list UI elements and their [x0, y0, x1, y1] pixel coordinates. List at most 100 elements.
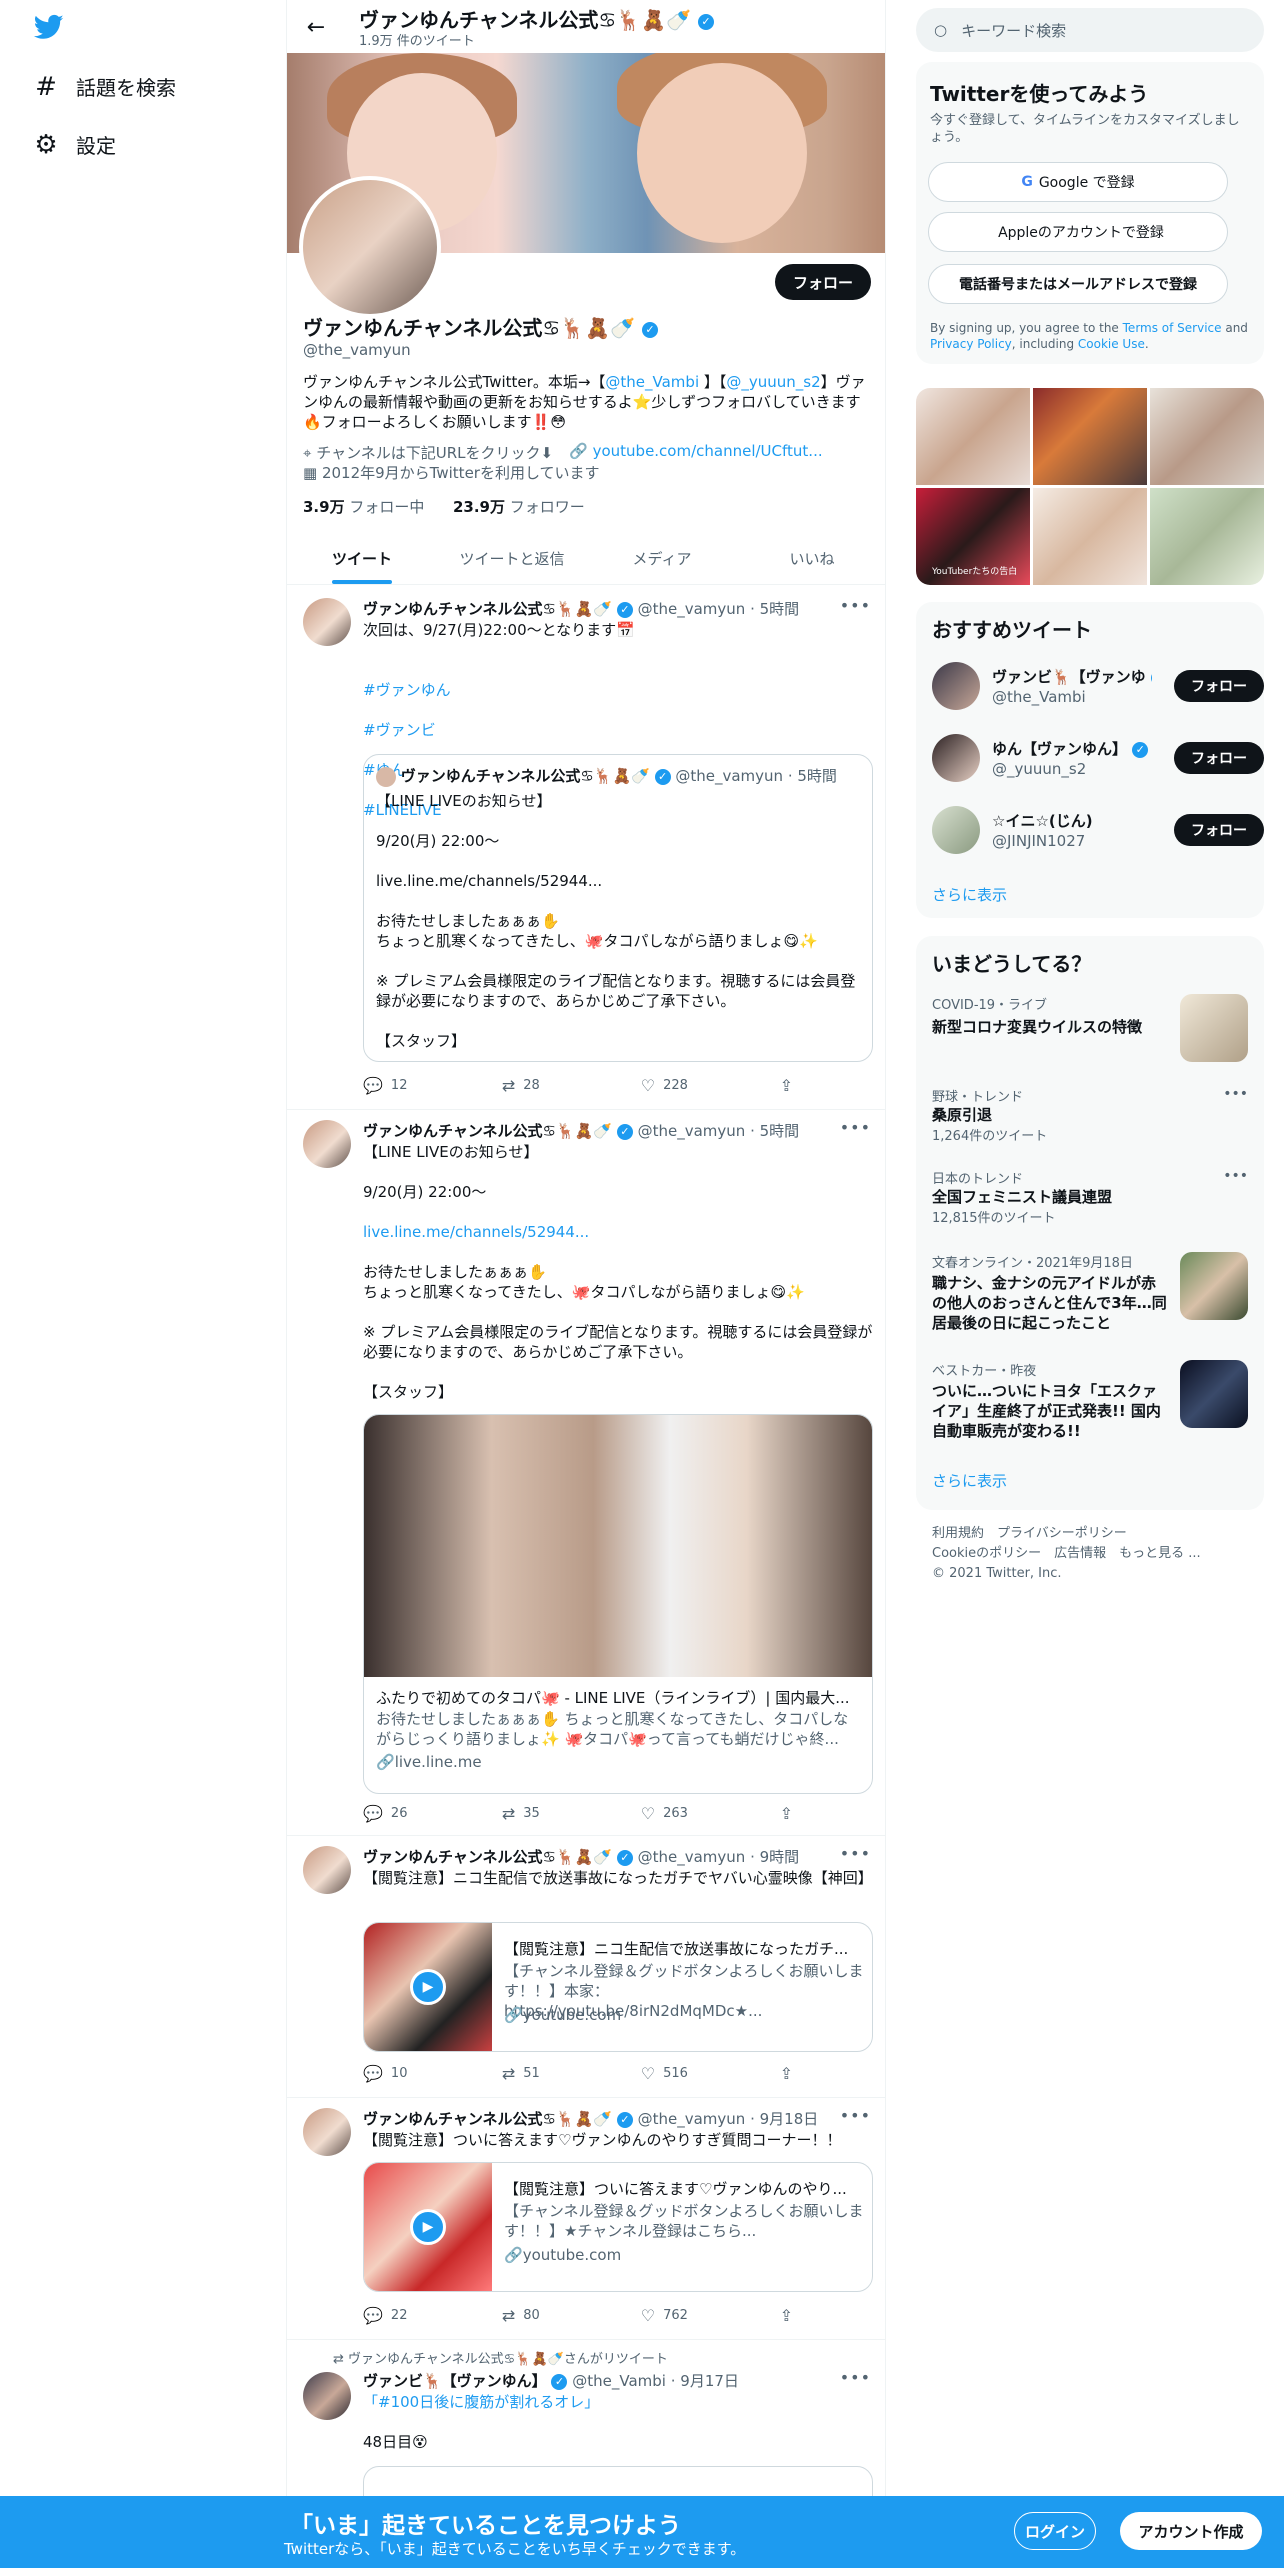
footer-line[interactable]: 利用規約 プライバシーポリシー	[932, 1524, 1252, 1544]
login-button[interactable]: ログイン	[1014, 2512, 1096, 2550]
video-card-domain: 🔗youtube.com	[504, 2246, 622, 2264]
tweet[interactable]: ヴァンゆんチャンネル公式♋🦌🧸🍼 ✓ @the_vamyun · 9時間 •••…	[287, 1836, 885, 2098]
tweet-avatar[interactable]	[303, 2108, 351, 2156]
trend-image	[1180, 994, 1248, 1062]
tweet-avatar[interactable]	[303, 1846, 351, 1894]
tweet-hashtag-text[interactable]: 「#100日後に腹筋が割れるオレ」	[363, 2392, 873, 2412]
grid-photo[interactable]	[1150, 488, 1264, 585]
nav-explore[interactable]: # 話題を検索	[32, 72, 176, 102]
trend-item[interactable]: 野球・トレンド 桑原引退 1,264件のツイート •••	[932, 1086, 1248, 1146]
tweet-actions: 💬 22 ⇄ 80 ♡ 762 ⇪	[363, 2306, 793, 2325]
recommended-show-more[interactable]: さらに表示	[932, 884, 1007, 905]
more-options-icon[interactable]: •••	[840, 596, 871, 615]
more-options-icon[interactable]: •••	[1223, 1086, 1248, 1102]
bio-mention-vambi[interactable]: @the_Vambi	[605, 373, 699, 391]
trend-item[interactable]: COVID-19・ライブ 新型コロナ変異ウイルスの特徴	[932, 994, 1248, 1064]
search-input[interactable]: ○ キーワード検索	[916, 8, 1264, 52]
trend-image	[1180, 1252, 1248, 1320]
reply-button[interactable]: 💬 26	[363, 1804, 473, 1823]
play-icon[interactable]: ▶	[410, 2209, 446, 2245]
back-arrow-icon[interactable]: ←	[301, 12, 331, 42]
more-options-icon[interactable]: •••	[840, 2368, 871, 2387]
like-button[interactable]: ♡ 263	[641, 1804, 751, 1823]
apple-signup-button[interactable]: Appleのアカウントで登録	[928, 212, 1228, 252]
verified-badge-icon: ✓	[551, 2373, 568, 2390]
cookie-link[interactable]: Cookie Use	[1078, 337, 1145, 351]
share-button[interactable]: ⇪	[780, 2306, 793, 2325]
quoted-tweet[interactable]: ヴァンゆんチャンネル公式♋🦌🧸🍼 ✓ @the_vamyun · 5時間 【LI…	[363, 754, 873, 1062]
more-options-icon[interactable]: •••	[840, 1118, 871, 1137]
video-card[interactable]: ▶ 【閲覧注意】ニコ生配信で放送事故になったガチ... 【チャンネル登録＆グッド…	[363, 1922, 873, 2052]
video-card[interactable]: ▶ 【閲覧注意】ついに答えます♡ヴァンゆんのやり... 【チャンネル登録＆グッド…	[363, 2162, 873, 2292]
verified-badge-icon: ✓	[698, 13, 715, 30]
retweet-button[interactable]: ⇄ 28	[502, 1076, 612, 1095]
bio-mention-yuuun[interactable]: @_yuuun_s2	[726, 373, 820, 391]
link-card[interactable]: ふたりで初めてのタコパ🐙 - LINE LIVE（ラインライブ）| 国内最大..…	[363, 1414, 873, 1794]
tab-tweets-replies[interactable]: ツイートと返信	[437, 532, 587, 584]
tweet[interactable]: ヴァンゆんチャンネル公式♋🦌🧸🍼 ✓ @the_vamyun · 5時間 •••…	[287, 586, 885, 1110]
grid-photo[interactable]	[1150, 388, 1264, 485]
share-button[interactable]: ⇪	[780, 1076, 793, 1095]
grid-photo[interactable]	[1033, 388, 1147, 485]
followers-link[interactable]: 23.9万 フォロワー	[453, 498, 585, 516]
trend-item[interactable]: ベストカー・昨夜 ついに…ついにトヨタ「エスクァイア」生産終了が正式発表!! 国…	[932, 1360, 1248, 1450]
phone-email-signup-button[interactable]: 電話番号またはメールアドレスで登録	[928, 264, 1228, 304]
terms-link[interactable]: Terms of Service	[1123, 321, 1222, 335]
like-button[interactable]: ♡ 228	[641, 1076, 751, 1095]
recommended-user[interactable]: ゆん【ヴァンゆん】 ✓ @_yuuun_s2 フォロー	[932, 734, 1264, 788]
tweet-link[interactable]: live.line.me/channels/52944...	[363, 1222, 873, 1242]
grid-photo[interactable]	[1033, 488, 1147, 585]
retweet-icon: ⇄	[501, 1076, 516, 1095]
link-icon: 🔗	[504, 2006, 523, 2024]
profile-avatar[interactable]	[299, 176, 441, 318]
grid-photo[interactable]	[916, 388, 1030, 485]
tweet-avatar[interactable]	[303, 2372, 351, 2420]
tweet-text-continued: お待たせしましたぁぁぁ✋ ちょっと肌寒くなってきたし、🐙タコパしながら語りましょ…	[363, 1263, 873, 1401]
tab-tweets[interactable]: ツイート	[287, 532, 437, 584]
hashtag-link[interactable]: #ヴァンビ	[363, 720, 873, 740]
more-options-icon[interactable]: •••	[1223, 1168, 1248, 1184]
retweet-button[interactable]: ⇄ 51	[502, 2064, 612, 2083]
play-icon[interactable]: ▶	[410, 1969, 446, 2005]
tweet[interactable]: ヴァンゆんチャンネル公式♋🦌🧸🍼 ✓ @the_vamyun · 5時間 •••…	[287, 1110, 885, 1836]
trends-show-more[interactable]: さらに表示	[932, 1470, 1007, 1491]
follow-button[interactable]: フォロー	[1174, 814, 1264, 846]
tweet-avatar[interactable]	[303, 1120, 351, 1168]
privacy-link[interactable]: Privacy Policy	[930, 337, 1012, 351]
reply-icon: 💬	[363, 1076, 383, 1095]
google-icon: G	[1021, 174, 1033, 190]
follow-button[interactable]: フォロー	[1174, 670, 1264, 702]
twitter-logo-icon[interactable]	[32, 12, 66, 42]
share-button[interactable]: ⇪	[780, 1804, 793, 1823]
tab-likes[interactable]: いいね	[737, 532, 885, 584]
footer-line[interactable]: Cookieのポリシー 広告情報 もっと見る ...	[932, 1544, 1252, 1564]
reply-button[interactable]: 💬 12	[363, 1076, 473, 1095]
like-button[interactable]: ♡ 516	[641, 2064, 751, 2083]
follow-button[interactable]: フォロー	[775, 264, 871, 300]
share-button[interactable]: ⇪	[780, 2064, 793, 2083]
retweet-button[interactable]: ⇄ 80	[502, 2306, 612, 2325]
following-link[interactable]: 3.9万 フォロー中	[303, 498, 424, 516]
google-signup-button[interactable]: G Google で登録	[928, 162, 1228, 202]
nav-settings[interactable]: ⚙ 設定	[32, 130, 116, 160]
recommended-user[interactable]: ヴァンビ🦌【ヴァンゆ ✓ @the_Vambi フォロー	[932, 662, 1264, 716]
profile-url[interactable]: youtube.com/channel/UCftut...	[593, 442, 823, 460]
follow-button[interactable]: フォロー	[1174, 742, 1264, 774]
profile-tabs: ツイート ツイートと返信 メディア いいね	[287, 532, 885, 585]
reply-button[interactable]: 💬 10	[363, 2064, 473, 2083]
tweet[interactable]: ヴァンゆんチャンネル公式♋🦌🧸🍼 ✓ @the_vamyun · 9月18日 •…	[287, 2098, 885, 2340]
tweet-avatar[interactable]	[303, 598, 351, 646]
hashtag-link[interactable]: #ヴァンゆん	[363, 680, 873, 700]
trend-item[interactable]: 文春オンライン・2021年9月18日 職ナシ、金ナシの元アイドルが赤の他人のおっ…	[932, 1252, 1248, 1342]
like-button[interactable]: ♡ 762	[641, 2306, 751, 2325]
retweet-button[interactable]: ⇄ 35	[502, 1804, 612, 1823]
grid-photo[interactable]: YouTuberたちの告白	[916, 488, 1030, 585]
tab-media[interactable]: メディア	[587, 532, 737, 584]
more-options-icon[interactable]: •••	[840, 1844, 871, 1863]
trend-item[interactable]: 日本のトレンド 全国フェミニスト議員連盟 12,815件のツイート •••	[932, 1168, 1248, 1228]
video-thumbnail: ▶	[364, 2163, 492, 2291]
more-options-icon[interactable]: •••	[840, 2106, 871, 2125]
reply-button[interactable]: 💬 22	[363, 2306, 473, 2325]
create-account-button[interactable]: アカウント作成	[1120, 2512, 1262, 2550]
recommended-user[interactable]: ☆イニ☆(じん) @JINJIN1027 フォロー	[932, 806, 1264, 860]
